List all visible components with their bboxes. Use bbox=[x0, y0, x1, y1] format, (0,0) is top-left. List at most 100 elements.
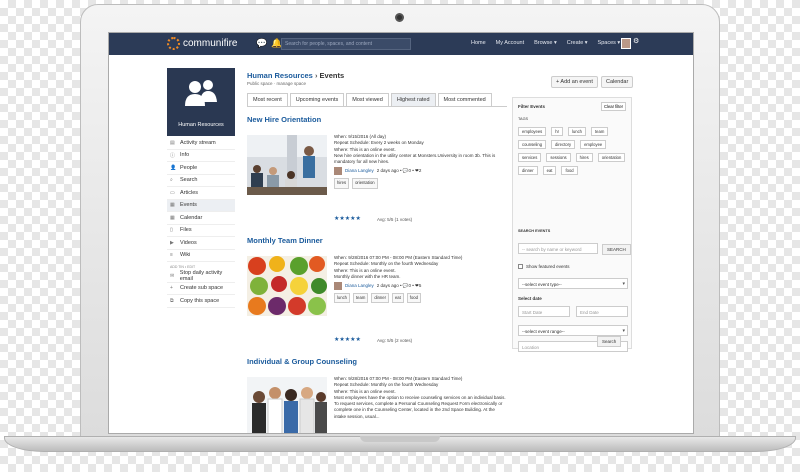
add-event-button[interactable]: + Add an event bbox=[551, 76, 598, 88]
settings-gear-icon[interactable]: ⚙ bbox=[633, 37, 639, 45]
email-icon: ✉ bbox=[170, 272, 175, 279]
star-rating[interactable]: ★★★★★ bbox=[334, 215, 361, 222]
event-search-button[interactable]: SEARCH bbox=[602, 244, 631, 255]
filter-tag[interactable]: hr bbox=[551, 127, 563, 136]
tab-upcoming-events[interactable]: Upcoming events bbox=[289, 93, 345, 106]
sidebar-item-calendar[interactable]: ▦ Calendar bbox=[167, 212, 235, 225]
chat-icon[interactable]: 💬 bbox=[256, 38, 267, 49]
tag-chip[interactable]: orientation bbox=[352, 178, 378, 189]
tag-chip[interactable]: eat bbox=[391, 293, 404, 304]
articles-icon: ▭ bbox=[170, 189, 175, 196]
tab-highest-rated[interactable]: Highest rated bbox=[390, 93, 436, 106]
global-search-input[interactable]: Search for people, spaces, and content bbox=[281, 38, 411, 50]
event-item: Individual & Group Counseling When: 9/28… bbox=[247, 357, 507, 434]
event-tabs: Most recent Upcoming events Most viewed … bbox=[247, 93, 507, 107]
tag-chip[interactable]: team bbox=[353, 293, 369, 304]
nav-home[interactable]: Home bbox=[471, 40, 486, 46]
calendar-icon: ▦ bbox=[170, 202, 175, 209]
sidebar-item-people[interactable]: 👤 People bbox=[167, 162, 235, 175]
tag-chip[interactable]: dinner bbox=[371, 293, 389, 304]
filter-tag[interactable]: dinner bbox=[518, 166, 538, 175]
filter-tag[interactable]: orientation bbox=[597, 153, 626, 162]
screen: communifire 💬 🔔 Search for people, space… bbox=[108, 32, 694, 434]
event-range-select[interactable]: --select event range-- bbox=[518, 325, 628, 336]
breadcrumb: Human Resources › Events bbox=[247, 71, 507, 80]
event-details: When: 9/28/2016 07:00 PM - 08:00 PM (Eas… bbox=[334, 255, 507, 304]
filter-tag[interactable]: services bbox=[518, 153, 542, 162]
event-description: New hire orientation in the utility cent… bbox=[334, 152, 496, 165]
filter-tag[interactable]: lunch bbox=[568, 127, 587, 136]
event-description: Most employees have the option to receiv… bbox=[334, 394, 506, 419]
main-nav: Home My Account Browse ▾ Create ▾ Spaces… bbox=[471, 40, 620, 46]
filter-tag[interactable]: eat bbox=[542, 166, 557, 175]
sidebar-item-wiki[interactable]: ≡ Wiki bbox=[167, 250, 235, 262]
copy-space-link[interactable]: ⧉ Copy this space bbox=[167, 295, 235, 308]
brand-logo[interactable]: communifire bbox=[167, 37, 237, 50]
sidebar-item-activity-stream[interactable]: ▤ Activity stream bbox=[167, 137, 235, 150]
avatar[interactable] bbox=[334, 282, 342, 291]
rating-summary: Avg: 5/5 (2 votes) bbox=[377, 338, 413, 343]
event-search-input[interactable]: -- search by name or keyword bbox=[518, 243, 598, 254]
star-rating[interactable]: ★★★★★ bbox=[334, 336, 361, 343]
tags-heading: TAGS bbox=[518, 117, 529, 121]
author-name-link[interactable]: Diana Langley bbox=[345, 168, 374, 174]
tag-chip[interactable]: food bbox=[406, 293, 421, 304]
tab-most-recent[interactable]: Most recent bbox=[247, 93, 288, 106]
sidebar-item-files[interactable]: ▯ Files bbox=[167, 225, 235, 237]
tab-most-commented[interactable]: Most commented bbox=[437, 93, 492, 106]
user-avatar[interactable] bbox=[621, 38, 631, 49]
event-title-link[interactable]: Individual & Group Counseling bbox=[247, 357, 507, 366]
stop-daily-email-link[interactable]: ✉ Stop daily activity email bbox=[167, 270, 235, 283]
event-tags: hires orientation bbox=[334, 178, 507, 189]
laptop-notch bbox=[360, 436, 440, 442]
calendar-button[interactable]: Calendar bbox=[601, 76, 634, 88]
filter-tag[interactable]: sessions bbox=[546, 153, 571, 162]
sidebar-item-videos[interactable]: ▶ Videos bbox=[167, 237, 235, 250]
search-icon: ⌕ bbox=[170, 177, 173, 184]
nav-browse[interactable]: Browse ▾ bbox=[534, 40, 557, 46]
filter-tag[interactable]: team bbox=[591, 127, 609, 136]
featured-checkbox[interactable] bbox=[518, 264, 523, 269]
event-title-link[interactable]: New Hire Orientation bbox=[247, 115, 507, 124]
create-sub-space-link[interactable]: + Create sub space bbox=[167, 283, 235, 295]
clear-filter-button[interactable]: Clear filter bbox=[601, 102, 627, 111]
tab-most-viewed[interactable]: Most viewed bbox=[346, 93, 389, 106]
sidebar-item-events[interactable]: ▦ Events bbox=[167, 199, 235, 212]
nav-my-account[interactable]: My Account bbox=[496, 40, 524, 46]
breadcrumb-current: Events bbox=[319, 71, 345, 80]
sidebar-item-info[interactable]: ⓘ Info bbox=[167, 150, 235, 162]
avatar[interactable] bbox=[334, 167, 342, 176]
event-thumbnail[interactable] bbox=[247, 377, 327, 434]
video-icon: ▶ bbox=[170, 239, 174, 246]
filter-tag[interactable]: directory bbox=[551, 140, 576, 149]
event-details: When: 9/15/2016 (All day) Repeat Schedul… bbox=[334, 134, 507, 189]
filter-title: Filter Events bbox=[518, 104, 546, 109]
sidebar-item-search[interactable]: ⌕ Search bbox=[167, 175, 235, 187]
start-date-input[interactable]: Start Date bbox=[518, 306, 570, 317]
event-thumbnail[interactable] bbox=[247, 256, 327, 316]
author-name-link[interactable]: Diana Langley bbox=[345, 283, 374, 289]
event-type-select[interactable]: --select event type-- bbox=[518, 278, 628, 289]
filter-events-panel: Filter Events Clear filter TAGS employee… bbox=[512, 97, 632, 352]
search-events-heading: SEARCH EVENTS bbox=[518, 229, 551, 233]
filter-tag[interactable]: food bbox=[561, 166, 578, 175]
filter-tag[interactable]: hires bbox=[575, 153, 593, 162]
tag-chip[interactable]: hires bbox=[334, 178, 350, 189]
filter-tag[interactable]: employees bbox=[518, 127, 547, 136]
breadcrumb-space-link[interactable]: Human Resources bbox=[247, 71, 313, 80]
filter-tag[interactable]: employee bbox=[580, 140, 607, 149]
filter-search-button[interactable]: Search bbox=[597, 336, 622, 347]
sidebar-item-articles[interactable]: ▭ Articles bbox=[167, 187, 235, 200]
event-meta: 2 days ago • 💬0 • ❤2 bbox=[376, 168, 422, 174]
nav-spaces[interactable]: Spaces ▾ bbox=[598, 40, 621, 46]
breadcrumb-separator: › bbox=[314, 71, 318, 80]
event-meta: 2 days ago • 💬0 • ❤5 bbox=[376, 283, 422, 289]
tag-chip[interactable]: lunch bbox=[334, 293, 351, 304]
event-title-link[interactable]: Monthly Team Dinner bbox=[247, 236, 507, 245]
nav-create[interactable]: Create ▾ bbox=[567, 40, 588, 46]
filter-tag[interactable]: counseling bbox=[518, 140, 547, 149]
event-thumbnail[interactable] bbox=[247, 135, 327, 195]
featured-events-toggle[interactable]: Show featured events bbox=[518, 264, 570, 269]
calendar-icon: ▦ bbox=[170, 214, 175, 221]
end-date-input[interactable]: End Date bbox=[576, 306, 628, 317]
